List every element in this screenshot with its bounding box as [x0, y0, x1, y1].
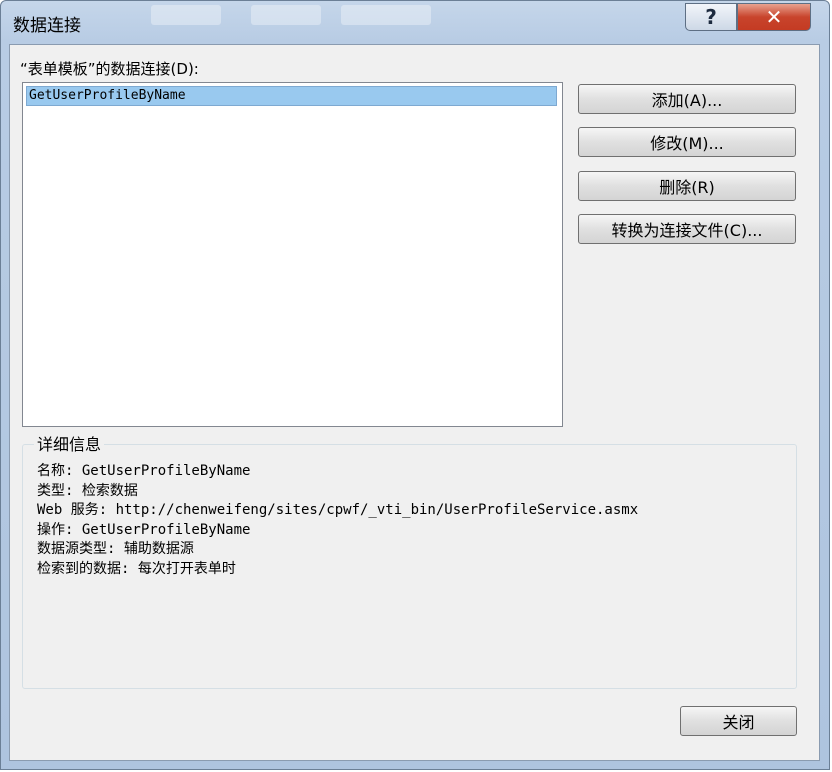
details-text: 名称: GetUserProfileByName 类型: 检索数据 Web 服务… [37, 462, 638, 579]
connections-label: “表单模板”的数据连接(D): [20, 60, 199, 78]
connections-listbox[interactable]: GetUserProfileByName [22, 82, 563, 427]
detail-type: 类型: 检索数据 [37, 482, 138, 499]
detail-data-source-type: 数据源类型: 辅助数据源 [37, 541, 194, 557]
detail-web-service: Web 服务: http://chenweifeng/sites/cpwf/_v… [37, 502, 639, 518]
background-window-tab [251, 5, 321, 25]
window-close-button[interactable]: ✕ [737, 3, 811, 31]
list-item[interactable]: GetUserProfileByName [26, 86, 557, 106]
add-button[interactable]: 添加(A)... [578, 84, 796, 114]
background-window-tab [151, 5, 221, 25]
close-icon: ✕ [765, 5, 783, 29]
detail-name: 名称: GetUserProfileByName [37, 463, 251, 479]
detail-operation: 操作: GetUserProfileByName [37, 521, 251, 538]
title-bar: 数据连接 ? ✕ [1, 1, 831, 45]
details-title: 详细信息 [34, 431, 105, 455]
modify-button[interactable]: 修改(M)... [578, 127, 796, 157]
close-button[interactable]: 关闭 [680, 706, 797, 736]
help-icon: ? [705, 5, 717, 29]
window-title: 数据连接 [13, 16, 81, 36]
help-button[interactable]: ? [685, 3, 737, 31]
delete-button[interactable]: 删除(R) [578, 171, 796, 201]
background-window-tab [341, 5, 431, 25]
detail-retrieve-data: 检索到的数据: 每次打开表单时 [37, 560, 236, 577]
convert-to-connection-file-button[interactable]: 转换为连接文件(C)... [578, 214, 796, 244]
